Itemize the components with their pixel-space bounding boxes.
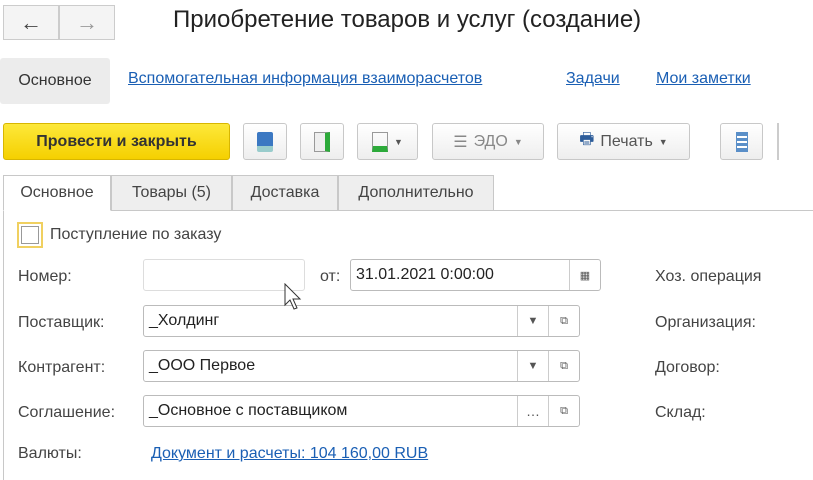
tab-additional[interactable]: Дополнительно bbox=[338, 175, 494, 211]
post-button[interactable] bbox=[300, 123, 344, 160]
dropdown-icon[interactable]: ▼ bbox=[517, 306, 548, 336]
chevron-down-icon: ▼ bbox=[513, 136, 523, 147]
nav-tasks[interactable]: Задачи bbox=[566, 70, 620, 88]
edo-label: ЭДО bbox=[473, 132, 508, 150]
currency-link[interactable]: Документ и расчеты: 104 160,00 RUB bbox=[151, 445, 428, 463]
post-and-close-button[interactable]: Провести и закрыть bbox=[3, 123, 230, 160]
by-order-checkbox[interactable] bbox=[17, 222, 43, 248]
save-button[interactable] bbox=[243, 123, 287, 160]
chevron-down-icon: ▼ bbox=[394, 136, 403, 147]
agreement-value: _Основное с поставщиком bbox=[149, 402, 348, 419]
toolbar-divider bbox=[777, 123, 779, 160]
printer-icon: 🖶 bbox=[579, 131, 595, 148]
supplier-label: Поставщик: bbox=[18, 314, 105, 331]
date-value: 31.01.2021 0:00:00 bbox=[356, 266, 494, 283]
agreement-input[interactable]: _Основное с поставщиком … ⧉ bbox=[143, 395, 580, 427]
mouse-cursor-icon bbox=[284, 283, 302, 310]
nav-notes[interactable]: Мои заметки bbox=[656, 70, 751, 88]
chevron-down-icon: ▼ bbox=[658, 136, 668, 147]
arrow-right-icon: → bbox=[76, 9, 98, 35]
number-input[interactable] bbox=[143, 259, 305, 291]
date-label: от: bbox=[320, 268, 341, 285]
dropdown-icon[interactable]: ▼ bbox=[517, 351, 548, 381]
operation-label: Хоз. операция bbox=[655, 268, 762, 285]
select-ellipsis-icon[interactable]: … bbox=[517, 396, 548, 426]
warehouse-label: Склад: bbox=[655, 404, 706, 421]
create-based-on-button[interactable]: ▼ bbox=[357, 123, 418, 160]
number-label: Номер: bbox=[18, 268, 72, 285]
form-panel bbox=[3, 210, 813, 480]
arrow-left-icon: ← bbox=[20, 9, 42, 35]
list-icon bbox=[735, 131, 748, 152]
supplier-input[interactable]: _Холдинг ▼ ⧉ bbox=[143, 305, 580, 337]
currency-label: Валюты: bbox=[18, 445, 82, 462]
page-title: Приобретение товаров и услуг (создание) bbox=[173, 6, 642, 33]
back-button[interactable]: ← bbox=[3, 5, 59, 40]
open-icon[interactable]: ⧉ bbox=[548, 396, 579, 426]
calendar-icon[interactable]: ▦ bbox=[569, 260, 600, 290]
tab-main[interactable]: Основное bbox=[3, 175, 111, 211]
date-input[interactable]: 31.01.2021 0:00:00 ▦ bbox=[350, 259, 601, 291]
by-order-label: Поступление по заказу bbox=[50, 226, 222, 243]
floppy-icon bbox=[257, 131, 273, 152]
print-label: Печать bbox=[600, 132, 653, 150]
nav-settlements-info[interactable]: Вспомогательная информация взаиморасчето… bbox=[128, 70, 482, 88]
edo-icon: ☰ bbox=[453, 133, 468, 151]
organization-label: Организация: bbox=[655, 314, 756, 331]
print-button[interactable]: 🖶 Печать ▼ bbox=[557, 123, 690, 160]
nav-main[interactable]: Основное bbox=[0, 58, 110, 104]
tab-goods[interactable]: Товары (5) bbox=[111, 175, 232, 211]
open-icon[interactable]: ⧉ bbox=[548, 306, 579, 336]
counterparty-label: Контрагент: bbox=[18, 359, 106, 376]
contract-label: Договор: bbox=[655, 359, 720, 376]
open-icon[interactable]: ⧉ bbox=[548, 351, 579, 381]
create-based-icon bbox=[372, 131, 389, 152]
edo-button[interactable]: ☰ ЭДО ▼ bbox=[432, 123, 544, 160]
list-button[interactable] bbox=[720, 123, 763, 160]
counterparty-value: _ООО Первое bbox=[149, 357, 256, 374]
post-document-icon bbox=[314, 131, 330, 152]
supplier-value: _Холдинг bbox=[149, 312, 220, 329]
counterparty-input[interactable]: _ООО Первое ▼ ⧉ bbox=[143, 350, 580, 382]
agreement-label: Соглашение: bbox=[18, 404, 116, 421]
forward-button[interactable]: → bbox=[59, 5, 115, 40]
tab-delivery[interactable]: Доставка bbox=[232, 175, 338, 211]
